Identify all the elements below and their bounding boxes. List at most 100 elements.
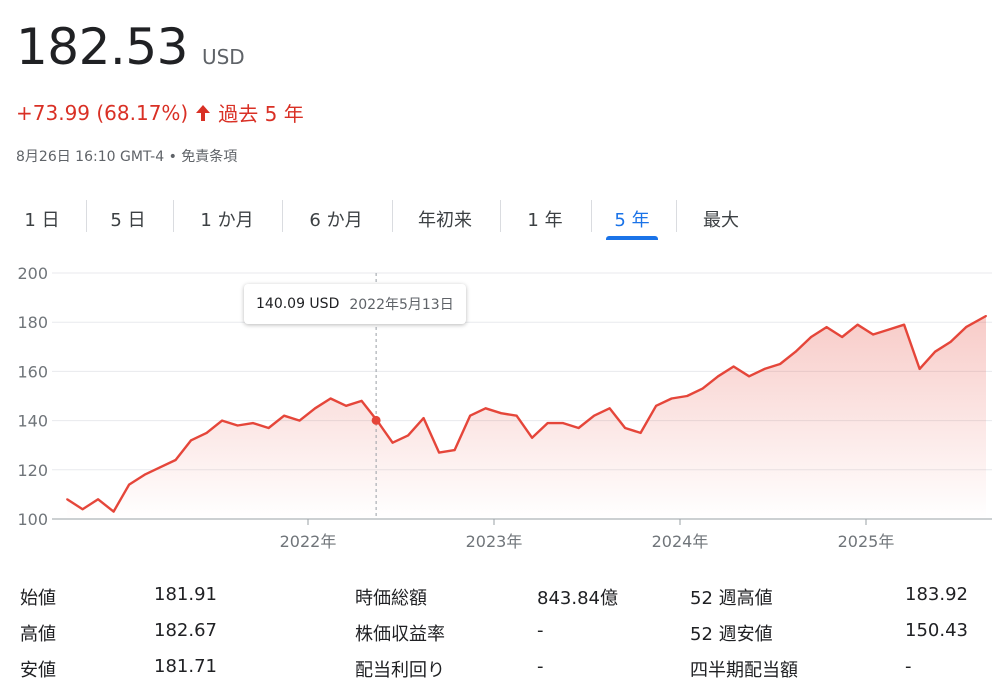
tab-6m[interactable]: 6 か月 [294,196,378,240]
tab-1m[interactable]: 1 か月 [185,196,269,240]
stat-value-low: 181.71 [154,656,217,677]
tab-1d[interactable]: 1 日 [14,196,70,240]
change-value: +73.99 (68.17%) [16,100,189,125]
stat-value-52w-low: 150.43 [905,620,968,641]
price-point [965,326,968,329]
stat-label-open: 始値 [20,588,56,609]
stat-label-quarterly-dividend: 四半期配当額 [690,660,798,681]
price-chart-svg[interactable]: 100 120 140 160 180 200 2022年 2023年 2024年 2025年 [0,256,1001,556]
price-point [469,414,472,417]
price-point [391,441,394,444]
price-point [779,363,782,365]
price-point [670,397,673,400]
tooltip-price: 140.09 USD [256,296,340,312]
price-point [985,315,987,317]
disclaimer-link[interactable]: 免責条項 [181,149,237,165]
price-point [515,414,518,417]
tab-ytd[interactable]: 年初来 [404,196,486,240]
price-chart[interactable]: 100 120 140 160 180 200 2022年 2023年 2024年 2025年 [0,256,1001,556]
price-point [655,404,658,407]
x-tick-label: 2024年 [652,532,709,551]
price-point [500,412,503,415]
stat-label-52w-low: 52 週安値 [690,624,773,645]
y-tick-label: 160 [17,362,48,381]
price-point [438,451,441,454]
stat-value-high: 182.67 [154,620,217,641]
stat-row: 高値 182.67 株価収益率 - 52 週安値 150.43 [0,620,1001,654]
tab-label: 年初来 [418,210,472,231]
price-point [267,427,270,429]
y-tick-label: 120 [17,461,48,480]
price-point [918,367,921,370]
price-point [422,417,425,420]
stat-row: 安値 181.71 配当利回り - 四半期配当額 - [0,656,1001,690]
price-point [128,483,131,486]
price-point [748,375,751,378]
arrow-up-icon [194,103,212,123]
tab-5d[interactable]: 5 日 [98,196,158,240]
price-point [701,387,704,390]
tab-1y[interactable]: 1 年 [512,196,578,240]
price-point [159,466,162,469]
price-point [174,459,177,461]
price-point [763,367,766,370]
price-point [345,404,348,407]
price-point [624,427,627,429]
tab-label: 5 年 [614,210,650,231]
price-point [252,422,255,425]
price-point [143,473,146,476]
range-tabs: 1 日 5 日 1 か月 6 か月 年初来 1 年 5 年 最大 [0,196,1001,240]
price-point [531,436,534,439]
x-tick-label: 2023年 [466,532,523,551]
price-point [639,431,642,434]
price-point [190,439,193,442]
stat-label-pe-ratio: 株価収益率 [355,624,445,645]
price-point [732,365,735,368]
price-point [221,419,224,422]
x-tick-label: 2025年 [838,532,895,551]
price-point [825,326,828,329]
tab-max[interactable]: 最大 [690,196,752,240]
stat-value-quarterly-dividend: - [905,656,912,677]
price-area-fill [67,316,987,519]
hover-marker [371,415,381,425]
change-period: 過去 5 年 [218,102,304,126]
tab-5y[interactable]: 5 年 [606,196,658,240]
stat-label-low: 安値 [20,660,56,681]
price-point [484,407,487,410]
tab-divider [500,200,501,232]
price-point [903,323,906,326]
tab-label: 最大 [703,210,739,231]
stat-value-open: 181.91 [154,584,217,605]
tab-divider [392,200,393,232]
price-point [593,414,596,417]
stat-value-market-cap: 843.84億 [537,588,618,609]
price-point [686,395,689,397]
current-price: 182.53 [16,18,188,76]
quote-meta: 8月26日 16:10 GMT-4 • 免責条項 [16,146,237,166]
stat-value-52w-high: 183.92 [905,584,968,605]
price-point [562,422,565,425]
price-point [794,350,797,353]
price-point [97,498,100,501]
price-point [407,434,410,437]
chart-tooltip: 140.09 USD 2022年5月13日 [244,284,466,324]
price-header: 182.53 USD [16,18,245,76]
stat-row: 始値 181.91 時価総額 843.84億 52 週高値 183.92 [0,584,1001,618]
y-tick-label: 200 [17,264,48,283]
stat-label-high: 高値 [20,624,56,645]
price-point [608,407,611,410]
price-point [329,397,332,400]
active-tab-indicator [606,236,658,240]
price-point [360,399,363,402]
tab-divider [86,200,87,232]
price-point [856,323,859,326]
price-point [810,336,813,338]
stat-label-dividend-yield: 配当利回り [355,660,445,681]
price-point [887,328,890,331]
price-point [453,449,456,452]
tab-label: 1 日 [24,210,60,231]
currency-label: USD [201,45,245,69]
quote-timestamp: 8月26日 16:10 GMT-4 [16,149,165,165]
y-tick-label: 140 [17,412,48,431]
